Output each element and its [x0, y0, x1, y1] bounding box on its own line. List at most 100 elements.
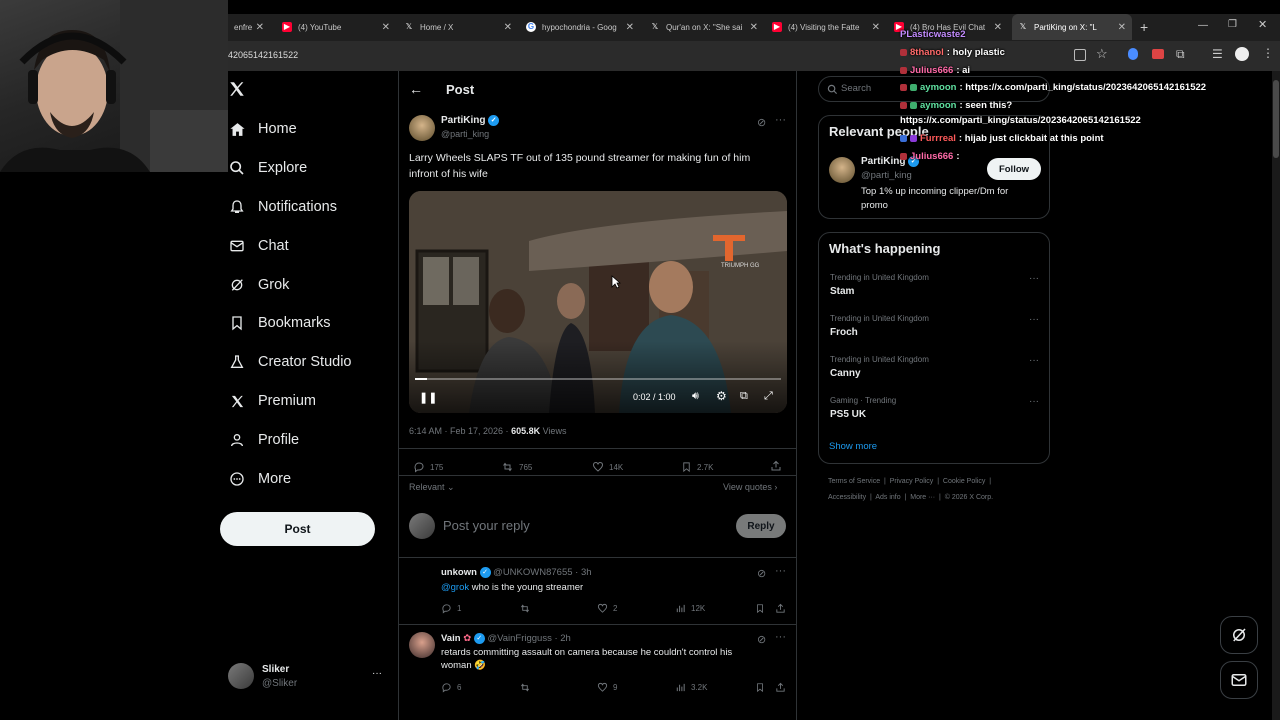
restore-icon[interactable]: ❐: [1228, 19, 1237, 30]
footer-link[interactable]: Terms of Service: [828, 478, 880, 485]
extension-icon[interactable]: [1128, 48, 1138, 60]
trend-item[interactable]: Trending in United Kingdom Froch ···: [819, 310, 1049, 350]
mention-link[interactable]: @grok: [441, 582, 469, 593]
x-logo-icon[interactable]: [228, 80, 246, 103]
share-action[interactable]: [775, 603, 791, 614]
more-icon[interactable]: ···: [775, 114, 786, 126]
views-action[interactable]: 12K: [675, 603, 705, 614]
more-icon[interactable]: ···: [1029, 396, 1039, 407]
author-handle[interactable]: @parti_king: [441, 129, 489, 139]
browser-tab[interactable]: Ghypochondria - Goog ✕: [520, 14, 640, 40]
profile-avatar-icon[interactable]: [1235, 47, 1249, 61]
sidebar-icon[interactable]: ☰: [1212, 47, 1223, 61]
trend-item[interactable]: Gaming · Trending PS5 UK ···: [819, 392, 1049, 432]
close-icon[interactable]: ✕: [256, 22, 264, 33]
grok-icon[interactable]: ⊘: [757, 116, 766, 129]
account-switcher[interactable]: Sliker @Sliker ···: [228, 662, 384, 692]
extension-icon[interactable]: [1152, 49, 1164, 59]
bookmark-action[interactable]: [755, 603, 770, 614]
new-tab-button[interactable]: +: [1134, 14, 1154, 40]
footer-link[interactable]: Cookie Policy: [943, 478, 985, 485]
minimize-icon[interactable]: —: [1198, 20, 1208, 31]
address-bar[interactable]: 42065142161522 ☆ ⧉ ☰ ⋮: [228, 41, 1280, 71]
sort-dropdown[interactable]: Relevant ⌄: [409, 482, 455, 493]
grok-fab-button[interactable]: [1220, 616, 1258, 654]
view-quotes-link[interactable]: View quotes ›: [723, 482, 777, 492]
scrollbar-thumb[interactable]: [1273, 80, 1279, 158]
nav-chat[interactable]: Chat: [228, 234, 289, 258]
post-button[interactable]: Post: [220, 512, 375, 546]
close-icon[interactable]: ✕: [872, 22, 880, 33]
reply-action[interactable]: 1: [441, 603, 461, 614]
trend-item[interactable]: Trending in United Kingdom Stam ···: [819, 269, 1049, 309]
footer-link[interactable]: More ···: [910, 494, 935, 501]
share-action[interactable]: [775, 682, 791, 693]
nav-home[interactable]: Home: [228, 117, 297, 141]
bookmark-action[interactable]: [755, 682, 770, 693]
close-icon[interactable]: ✕: [1118, 22, 1126, 33]
nav-profile[interactable]: Profile: [228, 428, 299, 452]
grok-icon[interactable]: ⊘: [757, 633, 766, 646]
more-icon[interactable]: ···: [775, 565, 786, 577]
settings-icon[interactable]: ⚙: [716, 389, 727, 403]
fullscreen-icon[interactable]: ⤢: [764, 390, 773, 403]
repost-action[interactable]: 765: [501, 461, 532, 473]
nav-more[interactable]: More: [228, 467, 291, 491]
author-avatar[interactable]: [409, 115, 435, 141]
volume-icon[interactable]: 🔊︎: [692, 390, 699, 403]
video-player[interactable]: TRIUMPH GG ❚❚ 0:02 / 1:00 🔊︎ ⚙ ⧉ ⤢: [409, 191, 787, 413]
star-icon[interactable]: ☆: [1096, 46, 1108, 62]
reply-item[interactable]: Vain ✿ ✓ @VainFrigguss · 2h ⊘ ··· retard…: [399, 625, 796, 705]
follow-button[interactable]: Follow: [987, 158, 1041, 180]
like-action[interactable]: 2: [597, 603, 617, 614]
browser-tab[interactable]: 𝕏 Home / X ✕: [398, 14, 518, 40]
nav-grok[interactable]: Grok: [228, 273, 289, 297]
browser-tab[interactable]: ▶ (4) YouTube ✕: [276, 14, 396, 40]
footer-link[interactable]: Accessibility: [828, 494, 866, 501]
nav-bookmarks[interactable]: Bookmarks: [228, 311, 331, 335]
views-action[interactable]: 3.2K: [675, 682, 707, 693]
person-handle[interactable]: @parti_king: [861, 170, 912, 181]
more-icon[interactable]: ···: [1029, 314, 1039, 325]
browser-tab[interactable]: ▶ (4) Visiting the Fatte ✕: [766, 14, 886, 40]
reply-author[interactable]: unkown ✓ @UNKOWN87655 · 3h: [441, 567, 592, 578]
scrollbar-track[interactable]: [1272, 71, 1280, 720]
reply-button[interactable]: Reply: [736, 514, 786, 538]
like-action[interactable]: 14K: [592, 461, 623, 473]
avatar[interactable]: [409, 632, 435, 658]
grok-icon[interactable]: ⊘: [757, 567, 766, 580]
video-progress-track[interactable]: [415, 378, 781, 380]
close-icon[interactable]: ✕: [750, 22, 758, 33]
footer-link[interactable]: Ads info: [875, 494, 900, 501]
more-icon[interactable]: ···: [1029, 355, 1039, 366]
reply-item[interactable]: unkown ✓ @UNKOWN87655 · 3h ⊘ ··· @grok w…: [399, 558, 796, 624]
like-action[interactable]: 9: [597, 682, 617, 693]
footer-link[interactable]: Privacy Policy: [890, 478, 934, 485]
browser-tab[interactable]: enfre ✕: [228, 14, 270, 40]
bookmark-action[interactable]: 2.7K: [681, 461, 713, 473]
nav-premium[interactable]: Premium: [228, 389, 316, 413]
close-icon[interactable]: ✕: [994, 22, 1002, 33]
repost-action[interactable]: [519, 603, 536, 614]
reply-input[interactable]: Post your reply: [443, 518, 530, 533]
messages-fab-button[interactable]: [1220, 661, 1258, 699]
repost-action[interactable]: [519, 682, 536, 693]
nav-notifications[interactable]: Notifications: [228, 195, 337, 219]
pause-icon[interactable]: ❚❚: [419, 391, 437, 404]
trend-item[interactable]: Trending in United Kingdom Canny ···: [819, 351, 1049, 391]
reply-author[interactable]: Vain ✿ ✓ @VainFrigguss · 2h: [441, 633, 571, 644]
author-name[interactable]: PartiKing ✓: [441, 115, 500, 126]
nav-creator-studio[interactable]: Creator Studio: [228, 350, 352, 374]
install-icon[interactable]: [1074, 49, 1086, 61]
nav-explore[interactable]: Explore: [228, 156, 307, 180]
more-icon[interactable]: ···: [1029, 273, 1039, 284]
more-icon[interactable]: ···: [775, 631, 786, 643]
close-icon[interactable]: ✕: [382, 22, 390, 33]
close-icon[interactable]: ✕: [504, 22, 512, 33]
share-action[interactable]: [770, 460, 787, 472]
back-arrow-icon[interactable]: ←: [409, 81, 423, 97]
browser-tab-active[interactable]: 𝕏 PartiKing on X: "L ✕: [1012, 14, 1132, 40]
reply-action[interactable]: 175: [413, 461, 443, 473]
menu-kebab-icon[interactable]: ⋮: [1262, 46, 1274, 60]
show-more-link[interactable]: Show more: [829, 441, 877, 452]
